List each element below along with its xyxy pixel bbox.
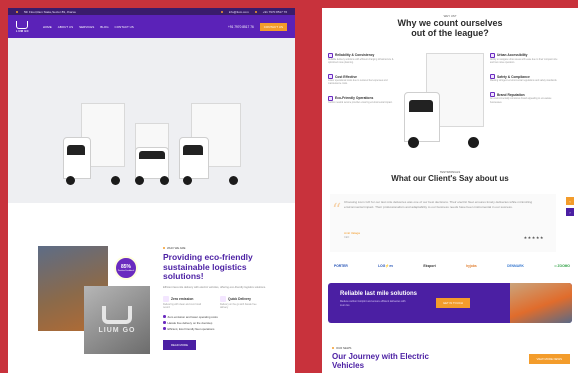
contact-us-button[interactable]: CONTACT US — [259, 22, 287, 31]
electric-truck-image — [62, 103, 125, 185]
journey-section: OUR NEWS Our Journey with Electric Vehic… — [332, 346, 570, 370]
why-title: Why we count ourselves out of the league… — [397, 18, 503, 39]
brand-logo: DENMARK — [507, 264, 524, 268]
nav-menu: HOME ABOUT US SERVICES BLOG CONTACT US — [43, 25, 134, 29]
quote-icon: “ — [332, 200, 342, 221]
about-paragraph: Efficient last-mile delivery with electr… — [163, 285, 266, 289]
nav-item-blog[interactable]: BLOG — [100, 25, 108, 29]
leaf-icon — [163, 295, 169, 302]
journey-eyebrow: OUR NEWS — [332, 346, 570, 350]
feature-text: Delivering with clean and zero fossil re… — [163, 302, 202, 310]
safety-icon — [490, 74, 495, 80]
main-navbar: LIUM GO HOME ABOUT US SERVICES BLOG CONT… — [8, 15, 295, 38]
testimonial-card: “ Choosing Lium GO for our last mile del… — [330, 194, 556, 252]
top-info-bar: 5th Floor,Ram Stake,Sector 89, Jharsa in… — [8, 8, 295, 15]
electric-truck-image — [133, 123, 171, 185]
nav-phone[interactable]: +91 7970 8517 76 — [228, 25, 254, 29]
cta-title: Reliable last mile solutions — [340, 291, 418, 297]
why-item: Urban Accessibility Ability to navigate … — [490, 52, 558, 64]
about-title: Providing eco-friendly sustainable logis… — [163, 252, 253, 282]
truck-icon — [220, 295, 226, 302]
home-page-scrolled: WHY US? Why we count ourselves out of th… — [322, 8, 578, 373]
logo-text: LIUM GO — [16, 29, 29, 33]
check-list: Zero emission and lower operating costs … — [163, 315, 273, 331]
nav-item-contact[interactable]: CONTACT US — [115, 25, 134, 29]
nav-item-home[interactable]: HOME — [43, 25, 52, 29]
brand-icon — [490, 92, 495, 98]
email-link[interactable]: info@lium.com — [229, 10, 249, 14]
read-more-button[interactable]: READ MORE — [163, 339, 196, 350]
home-page-screenshot: 5th Floor,Ram Stake,Sector 89, Jharsa in… — [8, 8, 295, 373]
cta-banner: Reliable last mile solutions Reduce carb… — [328, 283, 572, 323]
check-item: Efficient, Eco Friendly fleet operations — [163, 327, 273, 331]
why-item: Cost Effective Lower operational costs d… — [328, 74, 388, 86]
brand-logo: Eksport — [423, 264, 436, 268]
why-us-section: Reliability & Consistency Reliable deliv… — [322, 52, 578, 178]
cost-icon — [328, 74, 333, 80]
cta-text: Reduce carbon footprint and ensure effic… — [340, 300, 406, 307]
site-logo[interactable]: LIUM GO — [16, 20, 29, 33]
why-left-column: Reliability & Consistency Reliable deliv… — [328, 52, 398, 114]
brand-logo: PORTER — [334, 264, 348, 268]
feature-text: Delivery on the go with hassle free deli… — [220, 302, 257, 310]
why-item: Reliability & Consistency Reliable deliv… — [328, 52, 394, 64]
logo-card-text: LIUM GO — [98, 327, 136, 334]
brand-logo: hyjobs — [466, 264, 477, 268]
electric-truck-image — [404, 52, 484, 148]
check-item: Hassle free delivery on the doorstep — [163, 321, 273, 325]
check-item: Zero emission and lower operating costs — [163, 315, 273, 319]
feature-title: Quick Delivery — [228, 296, 251, 301]
feedback-badge: 85% Positive Feedback — [114, 256, 138, 280]
testimonials-title: What our Client's Say about us — [391, 174, 509, 183]
feature-zero-emission: Zero emission Delivering with clean and … — [163, 295, 208, 310]
eyebrow-text: WHO WE ARE — [167, 246, 186, 250]
brand-logo: LOG⚡ev — [378, 264, 394, 268]
phone-icon — [254, 10, 257, 13]
feature-title: Zero emission — [171, 296, 194, 301]
why-item: Eco-Friendly Operations Carbon neutral s… — [328, 95, 393, 104]
check-icon — [163, 327, 166, 330]
lium-go-logo-card: LIUM GO — [84, 286, 150, 354]
rating-stars: ★★★★★ — [523, 235, 544, 240]
nav-item-services[interactable]: SERVICES — [79, 25, 94, 29]
check-icon — [163, 315, 166, 318]
reliability-icon — [328, 52, 333, 58]
testimonial-role: CEO — [344, 236, 350, 239]
testimonial-name: Amit Valaga — [344, 231, 360, 235]
feature-row: Zero emission Delivering with clean and … — [163, 295, 273, 310]
testimonial-quote: Choosing Lium GO for our last mile deliv… — [344, 200, 533, 209]
partner-brands: PORTER LOG⚡ev Eksport hyjobs DENMARK •• … — [334, 264, 570, 268]
testimonials-section: TESTIMONIALS What our Client's Say about… — [322, 170, 578, 265]
next-arrow-icon[interactable]: › — [566, 208, 574, 216]
eco-icon — [328, 95, 333, 101]
workers-photo — [510, 283, 572, 323]
why-item: Brand Reputation An environmentally cons… — [490, 92, 552, 104]
location-icon — [16, 10, 18, 13]
prev-arrow-icon[interactable]: ‹ — [566, 197, 574, 205]
logo-mark-icon — [16, 20, 29, 29]
urban-icon — [490, 52, 495, 58]
logo-mark-icon — [102, 306, 132, 324]
about-photos: 85% Positive Feedback LIUM GO — [38, 246, 153, 356]
feature-quick-delivery: Quick Delivery Delivery on the go with h… — [220, 295, 265, 310]
check-icon — [163, 321, 166, 324]
electric-truck-image — [178, 103, 241, 185]
why-right-column: Urban Accessibility Ability to navigate … — [490, 52, 560, 114]
hero-banner — [8, 38, 295, 203]
tel-link[interactable]: +91 7970 8517 76 — [263, 10, 287, 14]
about-text: WHO WE ARE Providing eco-friendly sustai… — [163, 246, 273, 373]
dot-icon — [163, 247, 165, 249]
address-text: 5th Floor,Ram Stake,Sector 89, Jharsa — [24, 9, 76, 14]
get-in-touch-button[interactable]: GET IN TOUCH — [436, 298, 470, 308]
nav-item-about[interactable]: ABOUT US — [58, 25, 73, 29]
view-more-news-button[interactable]: VIEW MORE NEWS — [528, 354, 570, 364]
about-section: 85% Positive Feedback LIUM GO WHO WE ARE… — [8, 246, 295, 373]
why-item: Safety & Compliance Meeting stringent en… — [490, 74, 558, 83]
dot-icon — [332, 347, 334, 349]
about-eyebrow: WHO WE ARE — [163, 246, 273, 250]
brand-logo: •• ZOOMO — [554, 264, 570, 268]
mail-icon — [220, 10, 223, 13]
badge-label: Positive Feedback — [117, 270, 135, 272]
